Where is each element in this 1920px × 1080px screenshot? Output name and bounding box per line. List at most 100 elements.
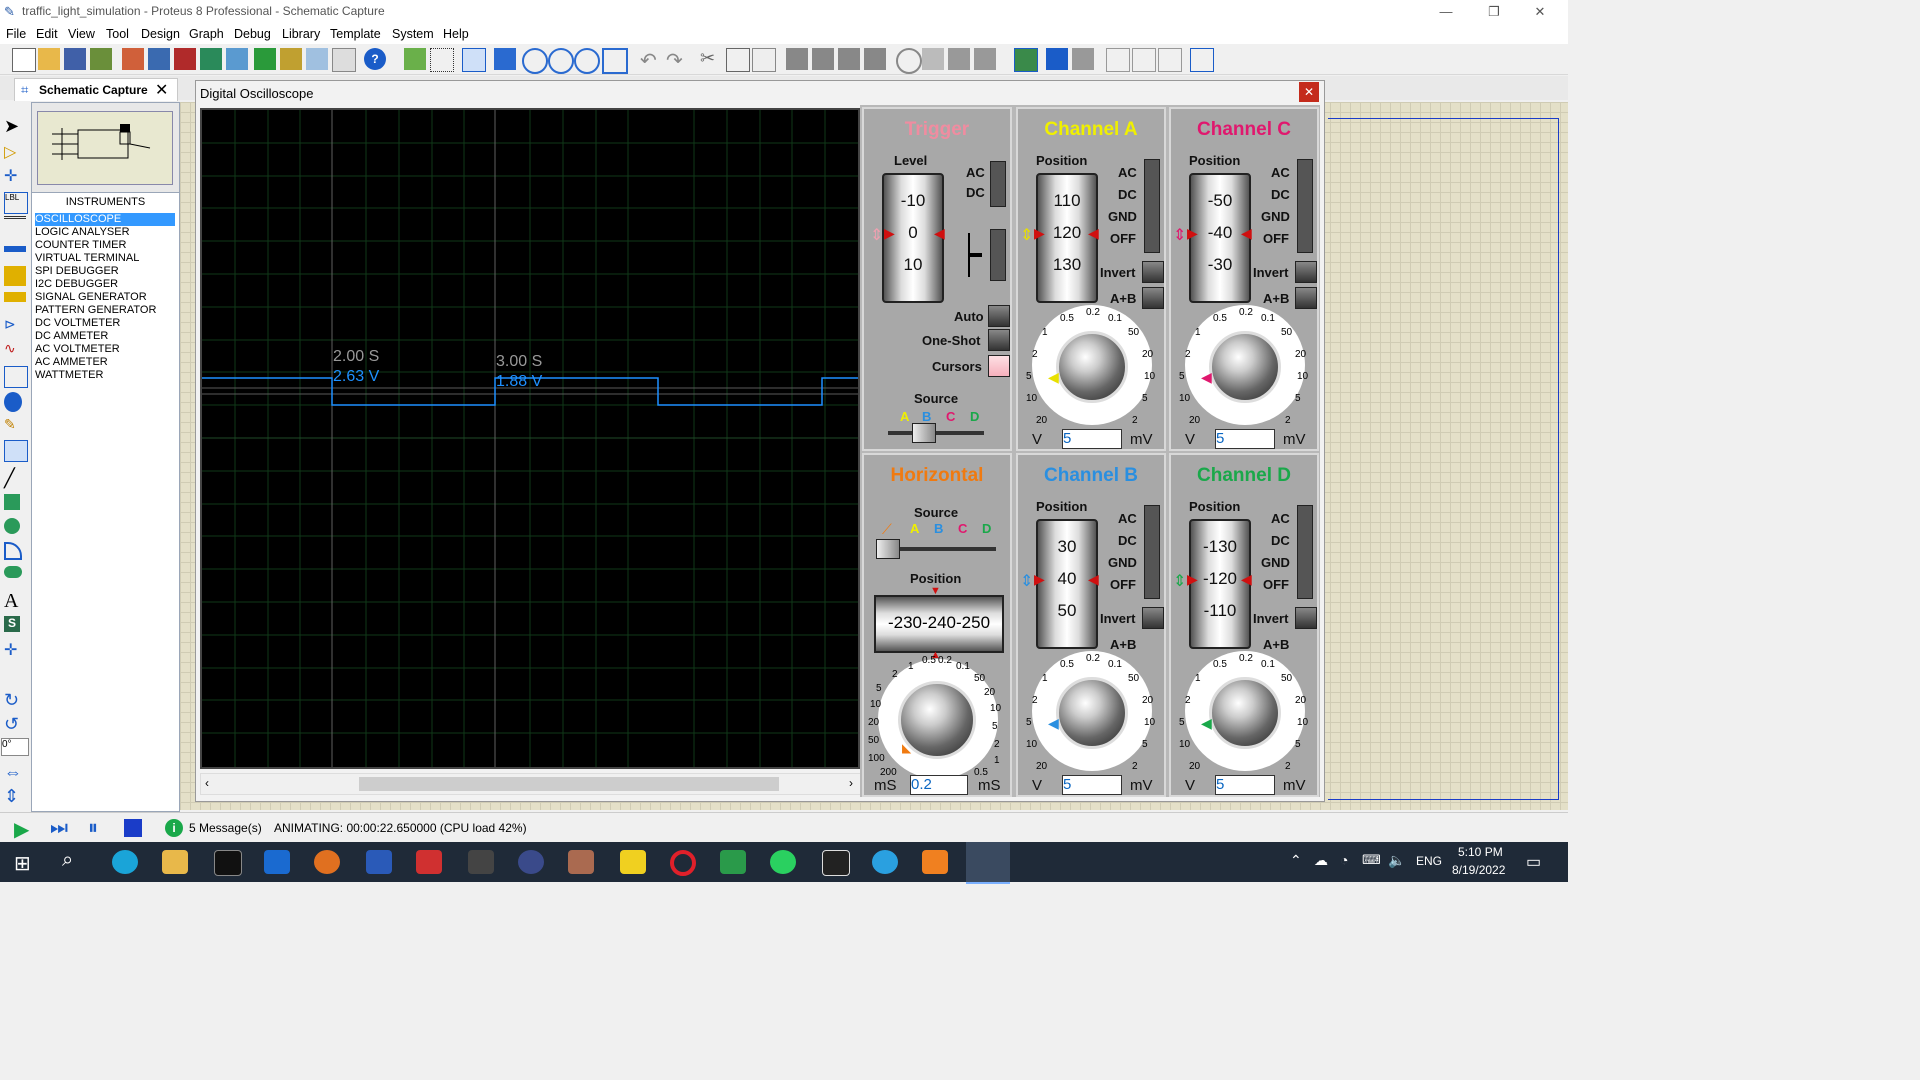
trigger-auto-button[interactable] [988, 305, 1010, 327]
menu-template[interactable]: Template [330, 27, 381, 41]
channel-d-invert-button[interactable] [1295, 607, 1317, 629]
scope-display[interactable]: 2.00 S 2.63 V 3.00 S 1.88 V [200, 108, 860, 769]
tab-close-icon[interactable]: ✕ [155, 80, 168, 100]
app-globe-icon[interactable] [518, 850, 544, 874]
probe-icon[interactable]: ✎ [4, 416, 26, 436]
trigger-source-slider[interactable] [888, 423, 984, 443]
wifi-icon[interactable]: ◔ [1340, 852, 1348, 868]
component-mode-icon[interactable]: ▷ [4, 142, 26, 162]
telegram-icon[interactable] [872, 850, 898, 874]
whatsapp-icon[interactable] [770, 850, 796, 874]
pan-icon[interactable] [494, 48, 516, 70]
channel-a-volts-knob[interactable] [1056, 331, 1128, 403]
minimize-button[interactable]: — [1426, 2, 1466, 22]
open-folder-icon[interactable] [38, 48, 60, 70]
cloud-icon[interactable]: ☁ [1314, 852, 1328, 869]
notifications-icon[interactable]: ▭ [1526, 852, 1541, 872]
package-icon[interactable] [948, 48, 970, 70]
sticky-notes-icon[interactable] [620, 850, 646, 874]
text-script-icon[interactable] [4, 216, 26, 239]
channel-d-coupling-switch[interactable] [1297, 505, 1313, 599]
list-item[interactable]: DC AMMETER [35, 330, 175, 343]
channel-a-value-input[interactable]: 5 [1062, 429, 1122, 449]
restore-button[interactable]: ❐ [1474, 2, 1514, 22]
zoom-area-icon[interactable] [602, 48, 628, 74]
channel-c-aplusb-button[interactable] [1295, 287, 1317, 309]
app-word-icon[interactable] [366, 850, 392, 874]
tab-schematic-capture[interactable]: ⌗ Schematic Capture ✕ [14, 78, 178, 101]
network-icon[interactable]: ⌨ [1362, 852, 1381, 868]
channel-c-invert-button[interactable] [1295, 261, 1317, 283]
list-item[interactable]: VIRTUAL TERMINAL [35, 252, 175, 265]
menu-debug[interactable]: Debug [234, 27, 271, 41]
list-item[interactable]: AC AMMETER [35, 356, 175, 369]
pcb-icon[interactable] [174, 48, 196, 70]
step-icon[interactable]: ⏭ [50, 817, 68, 840]
overview-preview[interactable] [37, 111, 173, 185]
import-icon[interactable] [90, 48, 112, 70]
junction-mode-icon[interactable]: ✛ [4, 166, 26, 186]
generator-icon[interactable] [4, 392, 22, 412]
list-item[interactable]: I2C DEBUGGER [35, 278, 175, 291]
wire-label-icon[interactable]: LBL [4, 192, 28, 214]
clock-time[interactable]: 5:10 PM [1458, 845, 1503, 859]
channel-d-volts-knob[interactable] [1209, 677, 1281, 749]
file-explorer-icon[interactable] [162, 850, 188, 874]
circle-tool-icon[interactable] [4, 518, 20, 534]
trigger-edge-switch[interactable] [990, 229, 1006, 281]
menu-tool[interactable]: Tool [106, 27, 129, 41]
scroll-left-icon[interactable]: ‹ [205, 776, 209, 790]
chevron-up-icon[interactable]: ⌃ [1290, 852, 1302, 869]
pause-icon[interactable]: ⏸ [88, 817, 98, 840]
scroll-thumb[interactable] [359, 777, 779, 791]
terminals-icon[interactable] [4, 292, 26, 302]
list-item[interactable]: DC VOLTMETER [35, 317, 175, 330]
horizontal-scrollbar[interactable]: ‹ › [200, 773, 862, 795]
menu-file[interactable]: File [6, 27, 26, 41]
udp-icon[interactable] [468, 850, 494, 874]
box-tool-icon[interactable] [4, 494, 20, 510]
refresh-icon[interactable] [404, 48, 426, 70]
new-sheet-icon[interactable] [1106, 48, 1130, 72]
list-item[interactable]: COUNTER TIMER [35, 239, 175, 252]
list-item[interactable]: WATTMETER [35, 369, 175, 382]
subcircuit-icon[interactable] [4, 266, 26, 286]
opera-icon[interactable] [670, 850, 696, 876]
timebase-value-input[interactable]: 0.2 [910, 775, 968, 795]
buses-mode-icon[interactable] [4, 246, 26, 252]
app-blue-icon[interactable] [264, 850, 290, 874]
channel-b-value-input[interactable]: 5 [1062, 775, 1122, 795]
language-indicator[interactable]: ENG [1416, 854, 1442, 868]
new-file-icon[interactable] [12, 48, 36, 72]
make-device-icon[interactable] [922, 48, 944, 70]
channel-c-value-input[interactable]: 5 [1215, 429, 1275, 449]
search-icon[interactable] [1046, 48, 1068, 70]
block-move-icon[interactable] [812, 48, 834, 70]
horizontal-source-slider[interactable] [876, 539, 996, 559]
graph-mode-icon[interactable]: ∿ [4, 340, 26, 360]
clock-date[interactable]: 8/19/2022 [1452, 863, 1505, 877]
list-item[interactable]: OSCILLOSCOPE [35, 213, 175, 226]
source-icon[interactable] [306, 48, 328, 70]
slider-thumb[interactable] [876, 539, 900, 559]
instruments-icon[interactable] [4, 440, 28, 462]
channel-c-volts-knob[interactable] [1209, 331, 1281, 403]
app-box-icon[interactable] [568, 850, 594, 874]
edge-icon[interactable] [112, 850, 138, 874]
channel-a-aplusb-button[interactable] [1142, 287, 1164, 309]
help-icon[interactable]: ? [364, 48, 386, 70]
rotate-anticlockwise-icon[interactable]: ↺ [4, 714, 26, 734]
trigger-coupling-switch[interactable] [990, 161, 1006, 207]
text-tool-icon[interactable]: A [4, 590, 26, 612]
stop-icon[interactable] [124, 819, 142, 837]
decompose-icon[interactable] [974, 48, 996, 70]
path-tool-icon[interactable] [4, 566, 22, 578]
schematic-icon[interactable] [148, 48, 170, 70]
menu-graph[interactable]: Graph [189, 27, 224, 41]
channel-a-coupling-switch[interactable] [1144, 159, 1160, 253]
channel-b-invert-button[interactable] [1142, 607, 1164, 629]
app-red-icon[interactable] [416, 850, 442, 874]
app-g-icon[interactable] [922, 850, 948, 874]
menu-help[interactable]: Help [443, 27, 469, 41]
app-sheet-icon[interactable] [720, 850, 746, 874]
